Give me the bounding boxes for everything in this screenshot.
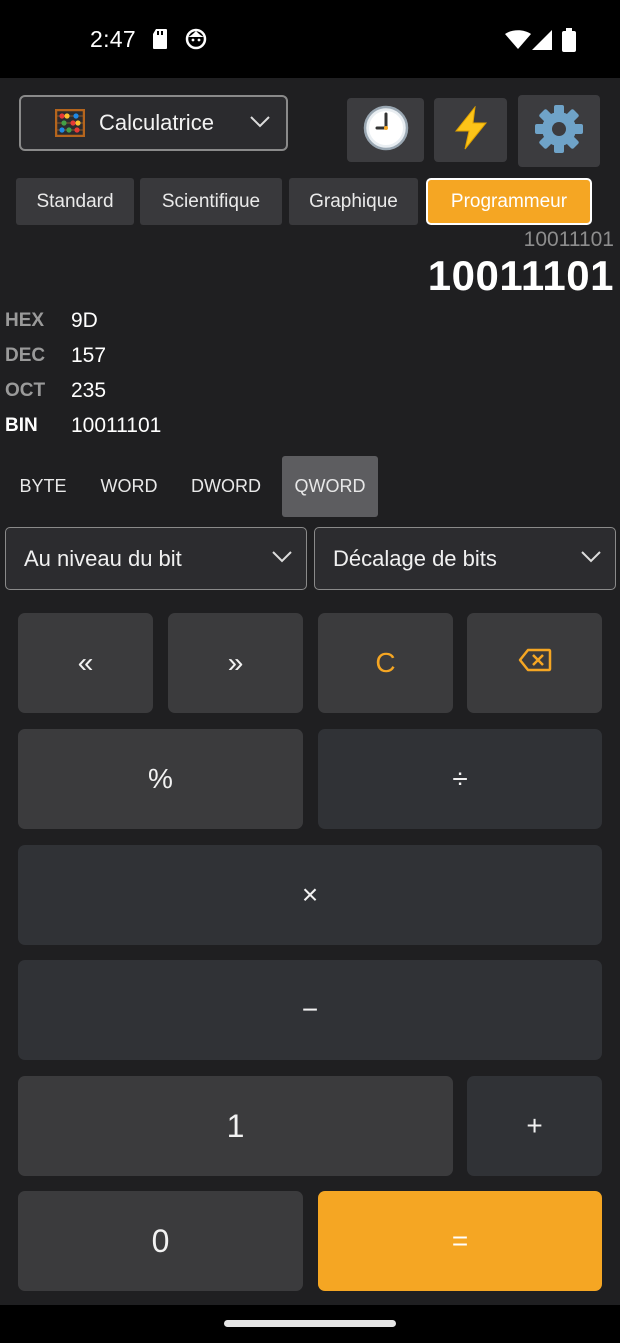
base-value: 157 (71, 344, 107, 367)
chevron-down-icon (250, 115, 270, 133)
status-bar: 2:47 (0, 0, 620, 78)
navigation-bar (0, 1305, 620, 1343)
tab-standard-label: Standard (36, 190, 114, 212)
backspace-icon (518, 647, 552, 679)
base-value: 10011101 (71, 414, 162, 437)
word-size-word[interactable]: WORD (91, 456, 167, 517)
status-time: 2:47 (90, 26, 136, 52)
base-row-dec[interactable]: DEC 157 (5, 341, 106, 371)
chevron-down-icon (272, 550, 292, 568)
chevron-down-icon (581, 550, 601, 568)
gear-icon (534, 104, 584, 159)
tab-programmeur-label: Programmeur (450, 190, 568, 212)
word-size-label: WORD (100, 476, 158, 496)
shift-left-button[interactable]: « (18, 613, 153, 713)
base-key: DEC (5, 345, 46, 366)
converter-button[interactable] (434, 98, 507, 162)
base-key: OCT (5, 380, 46, 401)
app-selector-label: Calculatrice (99, 110, 214, 135)
clock-icon (363, 105, 409, 156)
abacus-icon (55, 109, 85, 137)
app-selector-dropdown[interactable]: Calculatrice (19, 95, 288, 151)
history-button[interactable] (347, 98, 424, 162)
clear-button[interactable]: C (318, 613, 453, 713)
modulo-button[interactable]: % (18, 729, 303, 829)
battery-icon (562, 28, 576, 57)
word-size-qword[interactable]: QWORD (282, 456, 378, 517)
home-gesture-handle[interactable] (224, 1320, 396, 1327)
backspace-button[interactable] (467, 613, 602, 713)
word-size-label: BYTE (19, 476, 67, 496)
bitwise-dropdown[interactable]: Au niveau du bit (5, 527, 307, 590)
word-size-label: DWORD (191, 476, 261, 496)
word-size-dword[interactable]: DWORD (180, 456, 272, 517)
expression-display: 10011101 (523, 228, 614, 251)
signal-icon (532, 30, 552, 55)
digit-1-button[interactable]: 1 (18, 1076, 453, 1176)
base-row-oct[interactable]: OCT 235 (5, 376, 106, 406)
result-display: 10011101 (427, 252, 614, 299)
tab-scientifique-label: Scientifique (161, 190, 261, 212)
base-row-hex[interactable]: HEX 9D (5, 306, 98, 336)
tab-graphique-label: Graphique (309, 190, 398, 212)
base-row-bin[interactable]: BIN 10011101 (5, 411, 161, 441)
plus-button[interactable]: + (467, 1076, 602, 1176)
tab-standard[interactable]: Standard (16, 178, 134, 225)
shift-right-button[interactable]: » (168, 613, 303, 713)
word-size-byte[interactable]: BYTE (5, 456, 81, 517)
word-size-label: QWORD (294, 476, 366, 496)
sd-card-icon (152, 28, 168, 55)
calculator-app: Calculatrice Standard Scientifique Graph… (0, 78, 620, 1305)
wifi-icon (505, 30, 531, 55)
tab-programmeur[interactable]: Programmeur (426, 178, 592, 225)
base-value: 235 (71, 379, 107, 402)
tab-scientifique[interactable]: Scientifique (140, 178, 282, 225)
mode-tabs: Standard Scientifique Graphique Programm… (0, 178, 620, 226)
divide-button[interactable]: ÷ (318, 729, 602, 829)
base-value: 9D (71, 309, 98, 332)
face-icon (185, 28, 207, 55)
equals-button[interactable]: = (318, 1191, 602, 1291)
bitshift-dropdown-label: Décalage de bits (333, 545, 497, 571)
digit-0-button[interactable]: 0 (18, 1191, 303, 1291)
base-key: HEX (5, 310, 45, 331)
bitwise-dropdown-label: Au niveau du bit (24, 545, 182, 571)
bitshift-dropdown[interactable]: Décalage de bits (314, 527, 616, 590)
minus-button[interactable]: − (18, 960, 602, 1060)
base-key: BIN (5, 415, 38, 436)
tab-graphique[interactable]: Graphique (289, 178, 418, 225)
multiply-button[interactable]: × (18, 845, 602, 945)
lightning-icon (453, 104, 489, 155)
settings-button[interactable] (518, 95, 600, 167)
